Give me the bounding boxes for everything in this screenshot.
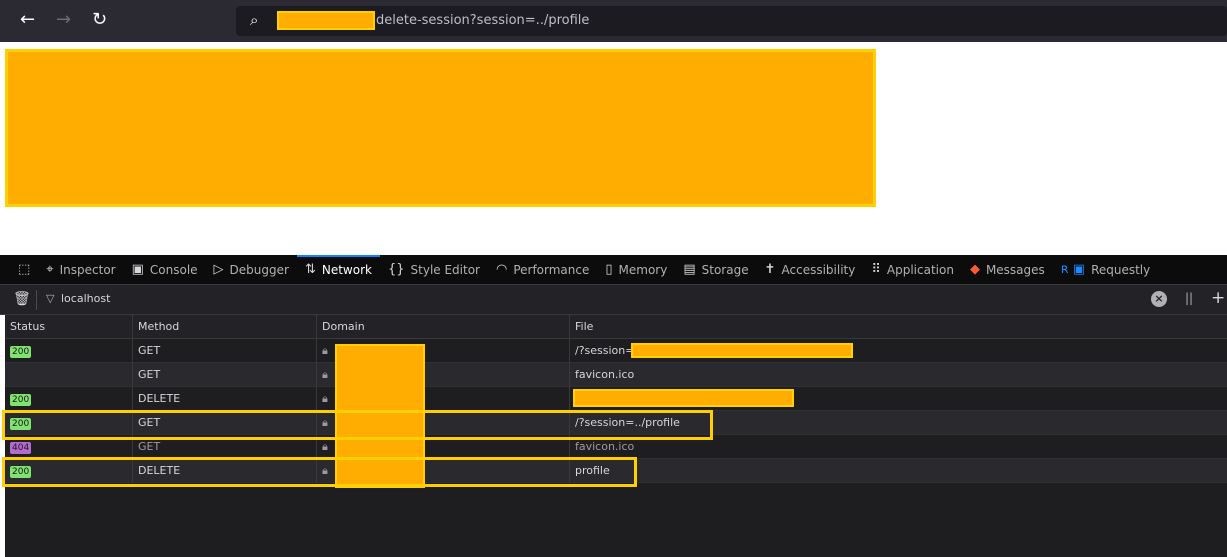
tab-label: Performance	[513, 262, 590, 277]
tab-network[interactable]: ⇅ Network	[296, 254, 380, 285]
file-cell: favicon.ico	[575, 368, 635, 381]
tab-style-editor[interactable]: {} Style Editor	[380, 255, 488, 285]
column-header-file[interactable]: File	[570, 315, 1227, 339]
method-cell: GET	[133, 363, 317, 387]
tab-accessibility[interactable]: ✝ Accessibility	[757, 255, 864, 285]
tab-storage[interactable]: ▤ Storage	[675, 255, 756, 285]
highlight-box	[2, 457, 637, 487]
table-header: Status Method Domain File	[5, 315, 1227, 339]
inspector-icon: ⌖	[46, 262, 54, 277]
lock-icon: 🔒︎	[322, 368, 328, 381]
method-cell: GET	[133, 339, 317, 363]
lock-icon: 🔒︎	[322, 392, 328, 405]
table-row[interactable]: GET 🔒︎ favicon.ico	[5, 363, 1227, 387]
tab-memory[interactable]: ▯ Memory	[597, 255, 675, 285]
element-picker-icon[interactable]: ⬚	[10, 255, 38, 285]
clear-filter-icon[interactable]: ×	[1151, 291, 1167, 307]
highlight-box	[2, 410, 713, 440]
url-bar[interactable]: ⌕ delete-session?session=../profile	[236, 6, 1227, 36]
filter-input[interactable]: localhost	[61, 292, 110, 305]
request-table: Status Method Domain File 200 GET 🔒︎ /?s…	[2, 315, 1227, 557]
status-cell	[5, 363, 133, 387]
url-text: delete-session?session=../profile	[376, 13, 590, 28]
tab-performance[interactable]: ◠ Performance	[488, 255, 597, 285]
status-badge: 404	[10, 442, 32, 454]
redacted-file-part	[631, 343, 853, 358]
tab-label: Console	[149, 262, 198, 277]
table-row[interactable]: 200 GET 🔒︎ /?session=	[5, 339, 1227, 363]
tab-requestly[interactable]: ʀ ▣ Requestly	[1053, 255, 1158, 285]
tab-label: Requestly	[1091, 262, 1151, 277]
fox-icon: ◆	[969, 262, 980, 277]
tab-label: Storage	[701, 262, 749, 277]
network-arrows-icon: ⇅	[304, 262, 316, 277]
reload-icon[interactable]: ↻	[92, 10, 107, 30]
filter-icon: ▽	[46, 292, 55, 305]
requestly-icon: ʀ ▣	[1060, 262, 1086, 277]
tab-label: Inspector	[59, 262, 116, 277]
tab-label: Style Editor	[410, 262, 480, 277]
cabinet-icon: ▤	[683, 262, 696, 277]
status-badge: 200	[10, 394, 32, 406]
person-icon: ✝	[764, 262, 776, 277]
column-header-status[interactable]: Status	[5, 315, 133, 339]
tab-label: Debugger	[229, 262, 289, 277]
redacted-page-content	[5, 49, 876, 207]
pause-icon[interactable]: ||	[1185, 291, 1193, 305]
add-icon[interactable]: +	[1211, 288, 1225, 308]
back-arrow-icon[interactable]: ←	[20, 10, 35, 30]
devtools-tabs: ⬚ ⌖ Inspector ▣ Console ▷ Debugger ⇅ Network…	[0, 254, 1227, 285]
tab-label: Network	[321, 262, 372, 277]
grid-icon: ⠿	[871, 262, 881, 277]
lock-icon: 🔒︎	[322, 440, 328, 453]
status-cell: 200	[5, 339, 133, 363]
tab-console[interactable]: ▣ Console	[124, 255, 206, 285]
console-icon: ▣	[131, 262, 144, 277]
divider	[36, 290, 37, 310]
method-cell: DELETE	[133, 387, 317, 411]
forward-arrow-icon[interactable]: →	[56, 10, 71, 30]
chip-icon: ▯	[605, 262, 613, 277]
status-cell: 200	[5, 387, 133, 411]
tab-label: Accessibility	[781, 262, 856, 277]
tab-label: Messages	[985, 262, 1045, 277]
file-cell: profile	[575, 464, 610, 477]
column-header-method[interactable]: Method	[133, 315, 317, 339]
braces-icon: {}	[387, 262, 405, 277]
trash-icon[interactable]: 🗑	[13, 291, 31, 307]
search-icon: ⌕	[250, 11, 259, 29]
tab-label: Memory	[618, 262, 668, 277]
column-header-domain[interactable]: Domain	[317, 315, 570, 339]
tab-inspector[interactable]: ⌖ Inspector	[38, 255, 123, 285]
network-toolbar: 🗑 ▽ localhost × || +	[0, 285, 1227, 315]
debugger-icon: ▷	[213, 262, 224, 277]
lock-icon: 🔒︎	[322, 344, 328, 357]
tab-messages[interactable]: ◆ Messages	[962, 255, 1053, 285]
browser-toolbar: ← → ↻ ⌕ delete-session?session=../profil…	[0, 0, 1227, 42]
status-badge: 200	[10, 346, 32, 358]
tab-debugger[interactable]: ▷ Debugger	[206, 255, 297, 285]
tab-label: Application	[886, 262, 954, 277]
redacted-host	[277, 11, 375, 30]
tab-application[interactable]: ⠿ Application	[863, 255, 962, 285]
gauge-icon: ◠	[495, 262, 508, 277]
redacted-file	[573, 389, 794, 407]
